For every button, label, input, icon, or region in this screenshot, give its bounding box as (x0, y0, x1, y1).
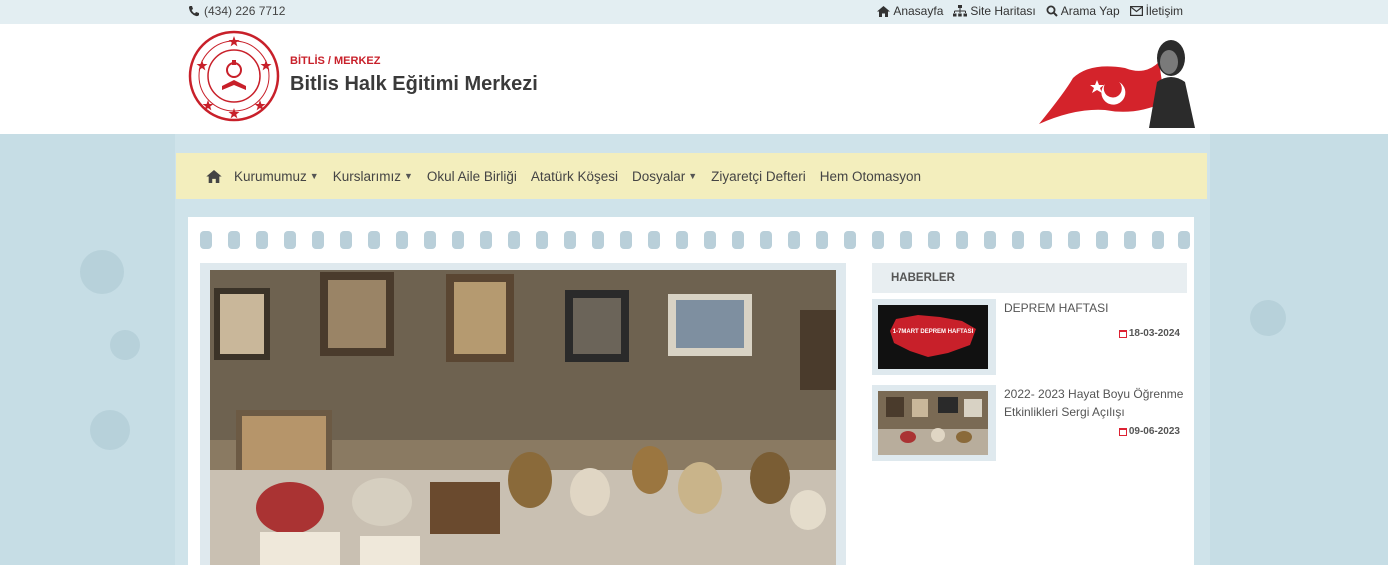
nav-ataturk-kosesi[interactable]: Atatürk Köşesi (531, 169, 618, 184)
meb-logo[interactable] (188, 30, 280, 122)
home-link[interactable]: Anasayfa (877, 4, 943, 18)
nav-label: Ziyaretçi Defteri (711, 168, 806, 184)
news-thumbnail[interactable] (872, 385, 996, 461)
home-icon (877, 5, 891, 17)
news-date-text: 09-06-2023 (1128, 426, 1180, 437)
right-decoration (1210, 134, 1388, 565)
envelope-icon (1129, 6, 1143, 16)
top-links: Anasayfa Site Haritası Arama Yap İletişi… (877, 4, 1183, 18)
decoration-circle (80, 250, 124, 294)
left-decoration (0, 134, 175, 565)
search-link[interactable]: Arama Yap (1046, 4, 1120, 18)
nav-label: Hem Otomasyon (819, 168, 921, 184)
news-thumbnail[interactable]: 1-7MART DEPREM HAFTASI (872, 299, 996, 375)
main-nav: Kurumumuz ▼ Kurslarımız ▼ Okul Aile Birliğ… (176, 153, 1207, 199)
nav-kurumumuz[interactable]: Kurumumuz ▼ (234, 169, 319, 184)
news-date: 09-06-2023 (1118, 426, 1180, 437)
nav-home-icon[interactable] (206, 169, 222, 183)
notebook-binding-decoration (200, 231, 1190, 249)
thumbnail-text: 1-7MART DEPREM HAFTASI (893, 329, 974, 335)
nav-label: Kurumumuz (234, 168, 307, 184)
calendar-icon (1118, 427, 1127, 436)
nav-kurslarimiz[interactable]: Kurslarımız ▼ (333, 169, 413, 184)
contact-link-label: İletişim (1145, 4, 1183, 18)
news-title[interactable]: 2022- 2023 Hayat Boyu Öğrenme Etkinlikle… (1004, 385, 1186, 421)
news-date-text: 18-03-2024 (1128, 328, 1180, 339)
nav-hem-otomasyon[interactable]: Hem Otomasyon (820, 169, 921, 184)
sitemap-icon (953, 5, 968, 17)
decoration-circle (90, 410, 130, 450)
news-heading: HABERLER (891, 272, 955, 284)
home-link-label: Anasayfa (893, 4, 944, 18)
nav-label: Dosyalar (631, 168, 686, 184)
search-icon (1046, 5, 1058, 17)
nav-ziyaretci-defteri[interactable]: Ziyaretçi Defteri (711, 169, 806, 184)
phone-icon (188, 5, 200, 17)
top-bar: (434) 226 7712 Anasayfa Site Haritası Ar… (0, 0, 1388, 24)
decoration-circle (110, 330, 140, 360)
calendar-icon (1118, 329, 1127, 338)
caret-down-icon: ▼ (403, 171, 413, 181)
news-item[interactable]: 2022- 2023 Hayat Boyu Öğrenme Etkinlikle… (872, 385, 1187, 461)
nav-okul-aile-birligi[interactable]: Okul Aile Birliği (427, 169, 517, 184)
news-heading-bar: HABERLER (872, 263, 1187, 293)
exhibition-thumbnail (878, 391, 988, 455)
nav-dosyalar[interactable]: Dosyalar ▼ (632, 169, 697, 184)
nav-label: Okul Aile Birliği (426, 168, 517, 184)
sitemap-link-label: Site Haritası (970, 4, 1036, 18)
news-item[interactable]: 1-7MART DEPREM HAFTASI DEPREM HAFTASI 18… (872, 299, 1187, 375)
decoration-circle (1250, 300, 1286, 336)
sitemap-link[interactable]: Site Haritası (953, 4, 1036, 18)
phone-contact[interactable]: (434) 226 7712 (188, 4, 285, 18)
phone-number: (434) 226 7712 (204, 4, 286, 18)
caret-down-icon: ▼ (309, 171, 319, 181)
news-date: 18-03-2024 (1118, 328, 1180, 339)
site-title[interactable]: Bitlis Halk Eğitimi Merkezi (290, 73, 538, 96)
exhibition-slide-image[interactable] (210, 270, 836, 565)
contact-link[interactable]: İletişim (1129, 4, 1183, 18)
caret-down-icon: ▼ (688, 171, 698, 181)
earthquake-week-thumbnail: 1-7MART DEPREM HAFTASI (878, 305, 988, 369)
nav-label: Kurslarımız (332, 168, 401, 184)
search-link-label: Arama Yap (1060, 4, 1120, 18)
nav-label: Atatürk Köşesi (530, 168, 618, 184)
city-label: BİTLİS / MERKEZ (290, 55, 381, 67)
ataturk-flag-image (1039, 40, 1195, 128)
news-title[interactable]: DEPREM HAFTASI (1004, 299, 1186, 317)
